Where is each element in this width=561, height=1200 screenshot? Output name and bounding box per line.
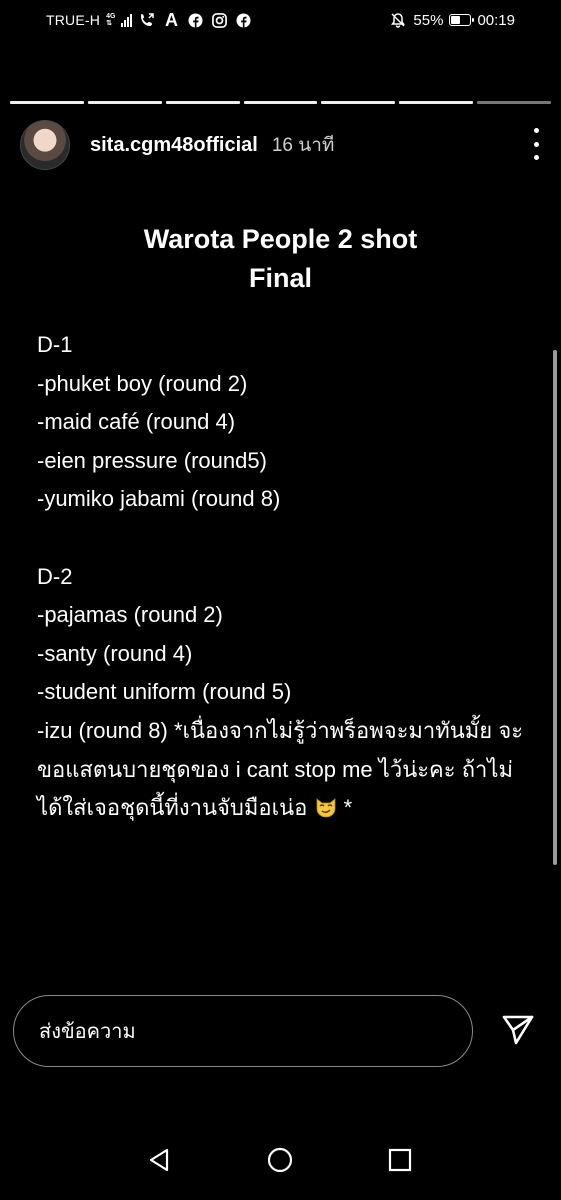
day1-label: D-1: [37, 332, 73, 357]
battery-percent: 55%: [413, 11, 444, 29]
list-item: -eien pressure (round5): [37, 447, 267, 473]
izu-note-text: -izu (round 8) *เนื่องจากไม่รู้ว่าพร็อพจ…: [37, 717, 524, 821]
list-item: -pajamas (round 2): [37, 602, 223, 628]
list-item: -yumiko jabami (round 8): [37, 486, 281, 512]
facebook-icon: [186, 11, 204, 29]
smirking-cat-emoji: [314, 793, 338, 818]
avatar[interactable]: [20, 120, 70, 170]
story-progress-segment: [10, 101, 84, 104]
status-right: 55% 00:19: [389, 11, 515, 29]
story-title-line1: Warota People 2 shot: [143, 224, 418, 254]
story-title-line2: Final: [248, 263, 312, 293]
list-item: -phuket boy (round 2): [37, 370, 248, 396]
network-type: 4G: [106, 13, 116, 20]
story-title: Warota People 2 shot Final: [0, 220, 561, 298]
story-progress-segment: [399, 101, 474, 104]
username[interactable]: sita.cgm48official: [90, 134, 258, 157]
carrier-label: TRUE-H: [46, 12, 101, 28]
day2-label: D-2: [37, 563, 73, 589]
signal-strength-icon: [121, 13, 133, 27]
story-text: D-1 -phuket boy (round 2) -maid café (ro…: [37, 326, 527, 828]
status-left: TRUE-H 4G ⇅ A: [46, 9, 252, 30]
network-badge: 4G ⇅: [106, 13, 115, 27]
more-vertical-icon[interactable]: [531, 128, 541, 160]
call-forward-icon: [138, 11, 156, 29]
data-arrows-icon: ⇅: [106, 20, 112, 27]
story-progress-segment: [477, 101, 552, 104]
story-progress-segment: [165, 101, 240, 104]
recents-square-icon[interactable]: [380, 1140, 420, 1180]
story-progress-bar: [10, 101, 552, 104]
story-progress-segment: [243, 101, 318, 104]
back-triangle-icon[interactable]: [140, 1140, 180, 1180]
story-header: sita.cgm48official 16 นาที: [20, 120, 541, 170]
list-item-note: -izu (round 8) *เนื่องจากไม่รู้ว่าพร็อพจ…: [37, 712, 527, 828]
message-placeholder: ส่งข้อความ: [39, 1021, 136, 1043]
bell-muted-icon: [389, 11, 407, 29]
font-a-icon: A: [164, 9, 178, 30]
system-nav-bar: [0, 1130, 561, 1200]
story-progress-segment: [87, 101, 162, 104]
instagram-icon: [210, 11, 228, 29]
message-input[interactable]: ส่งข้อความ: [13, 995, 473, 1067]
battery-level: [451, 16, 461, 24]
battery-icon: [449, 14, 475, 26]
story-progress-segment: [321, 101, 396, 104]
list-item: -maid café (round 4): [37, 409, 236, 435]
posted-time: 16 นาที: [271, 135, 335, 156]
home-circle-icon[interactable]: [260, 1140, 300, 1180]
izu-note-suffix: *: [343, 795, 353, 821]
scrollbar[interactable]: [553, 350, 557, 865]
status-bar: TRUE-H 4G ⇅ A 55% 00:19: [0, 0, 561, 42]
send-icon[interactable]: [498, 1010, 538, 1050]
list-item: -santy (round 4): [37, 640, 193, 666]
clock: 00:19: [477, 11, 515, 29]
facebook-icon: [234, 11, 252, 29]
list-item: -student uniform (round 5): [37, 679, 292, 705]
